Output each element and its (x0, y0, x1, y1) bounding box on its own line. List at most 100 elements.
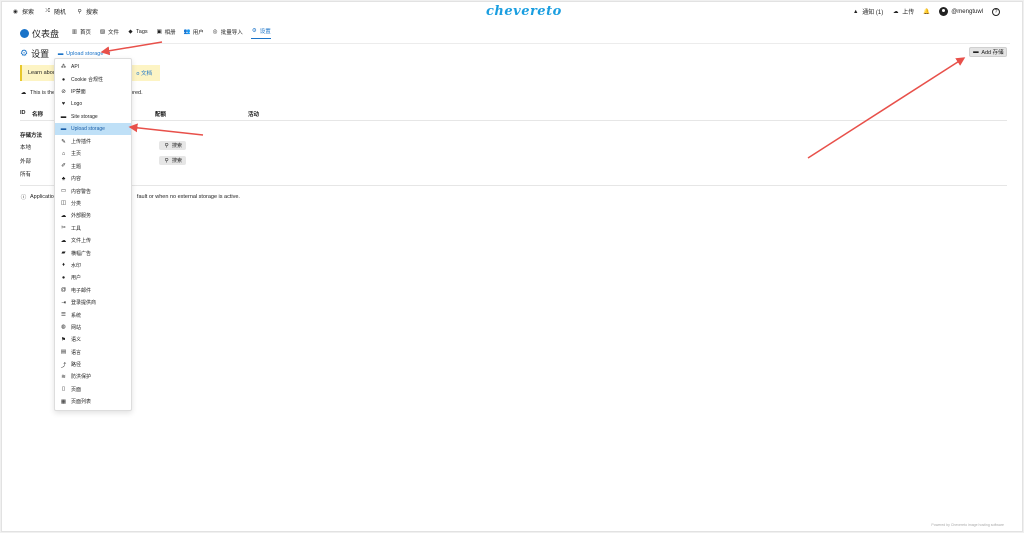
menu-item-label: 主题 (71, 163, 82, 170)
gear-icon: ⚙ (20, 48, 29, 58)
menu-item-flood-protection[interactable]: ≋ 防洪保护 (55, 371, 131, 383)
nav-item-users[interactable]: 👥 用户 (184, 28, 204, 39)
search-local-button[interactable]: ⚲ 搜索 (159, 141, 186, 150)
menu-item-site-storage[interactable]: ▬ Site storage (55, 111, 131, 123)
menu-item-upload-storage[interactable]: ▬ Upload storage (55, 122, 131, 136)
columns-icon: ◫ (60, 200, 67, 207)
menu-item-label: Cookie 合规性 (71, 77, 103, 84)
menu-item-login-providers[interactable]: ⇥ 登录提供商 (55, 296, 131, 308)
menu-item-label: Logo (71, 101, 83, 108)
explore-link[interactable]: ◉ 探索 (12, 7, 34, 17)
docs-link[interactable]: o 文档 (136, 69, 152, 77)
dashboard-icon (20, 28, 29, 38)
album-icon: ▣ (156, 28, 162, 35)
menu-item-label: Site storage (71, 113, 98, 120)
images-icon: ▨ (99, 28, 106, 35)
help-icon[interactable]: ? (992, 7, 1000, 16)
menu-item-website[interactable]: ◍ 网站 (55, 321, 131, 333)
settings-section-dropdown[interactable]: ▬ Upload storage ▾ (57, 51, 112, 57)
settings-dropdown-menu: ⁂ API ● Cookie 合规性 ⊘ IP禁面 ♥ Logo ▬ Site stora… (54, 58, 132, 411)
menu-item-banners[interactable]: ▰ 横幅广告 (55, 247, 131, 259)
upload-label: 上传 (902, 10, 915, 16)
menu-item-routes[interactable]: ⤴ 路径 (55, 358, 131, 370)
ad-icon: ▰ (61, 250, 66, 257)
hdd-icon: ▬ (57, 50, 64, 57)
menu-item-file-upload[interactable]: ☁ 文件上传 (55, 234, 131, 246)
menu-item-content[interactable]: ♣ 内容 (55, 173, 131, 185)
hdd-upload-icon: ▬ (60, 126, 67, 133)
notice-text: Learn abou (28, 70, 56, 76)
nav-label: Tags (136, 28, 148, 35)
search-icon: ⚲ (77, 8, 82, 15)
cloud-upload-icon: ☁ (60, 237, 67, 244)
menu-item-label: IP禁面 (71, 89, 86, 96)
list-icon: ▦ (60, 398, 67, 405)
menu-item-users[interactable]: ● 用户 (55, 272, 131, 284)
top-bar-right: ▲ 通知 (1) ☁ 上传 🔔 @mengtuwl ? (852, 7, 1000, 16)
menu-item-ip-ban[interactable]: ⊘ IP禁面 (55, 86, 131, 98)
nav-divider (20, 43, 1010, 44)
menu-item-api[interactable]: ⁂ API (55, 61, 131, 73)
menu-item-cookie[interactable]: ● Cookie 合规性 (55, 73, 131, 85)
site-logo[interactable]: chevereto (486, 4, 562, 19)
nav-item-home[interactable]: ▥ 首页 (71, 28, 91, 39)
menu-item-label: API (71, 64, 80, 71)
flood-icon: ≋ (61, 373, 66, 380)
menu-item-label: 页面 (71, 386, 82, 393)
shapes-icon: ♣ (61, 175, 66, 182)
search-link[interactable]: ⚲ 搜索 (76, 7, 99, 17)
cloud-upload-icon: ☁ (892, 8, 899, 15)
menu-item-semantics[interactable]: ⚑ 语义 (55, 334, 131, 346)
menu-item-upload-plugin[interactable]: ✎ 上传插件 (55, 135, 131, 147)
cookie-icon: ● (61, 76, 66, 83)
menu-item-label: 横幅广告 (71, 250, 92, 257)
section-divider (20, 185, 1007, 186)
menu-item-homepage[interactable]: ⌂ 主页 (55, 148, 131, 160)
menu-item-label: 水印 (71, 262, 82, 269)
api-icon: ⁂ (60, 64, 67, 71)
menu-item-label: 电子邮件 (71, 287, 92, 294)
user-menu[interactable]: @mengtuwl (939, 7, 983, 16)
menu-item-pages[interactable]: ▯ 页面 (55, 383, 131, 395)
menu-item-system[interactable]: ☰ 系统 (55, 309, 131, 321)
menu-item-tools[interactable]: ✂ 工具 (55, 222, 131, 234)
add-storage-button[interactable]: ▬ Add 存储 (969, 47, 1007, 57)
heart-icon: ♥ (61, 101, 66, 108)
notifications-button[interactable]: ▲ 通知 (1) (852, 7, 884, 17)
nav-item-tags[interactable]: ◆ Tags (127, 28, 148, 38)
dashboard-title: 仪表盘 (20, 27, 59, 40)
bell-button[interactable]: 🔔 (923, 9, 930, 15)
menu-item-label: 内容警告 (71, 188, 92, 195)
dashboard-title-text: 仪表盘 (32, 28, 60, 39)
menu-item-language[interactable]: ▤ 语言 (55, 346, 131, 358)
menu-item-label: Upload storage (71, 126, 105, 133)
nav-item-files[interactable]: ▨ 文件 (99, 28, 119, 39)
avatar (939, 7, 949, 16)
menu-item-email[interactable]: @ 电子邮件 (55, 284, 131, 296)
menu-item-logo[interactable]: ♥ Logo (55, 98, 131, 110)
nav-label: 用户 (192, 29, 204, 36)
nav-item-settings[interactable]: ⚙ 设置 (250, 27, 271, 39)
random-link[interactable]: ⤮ 随机 (44, 7, 66, 16)
nav-item-albums[interactable]: ▣ 相册 (156, 28, 176, 39)
menu-item-categories[interactable]: ◫ 分类 (55, 197, 131, 209)
user-icon: ● (61, 274, 66, 281)
gear-icon: ⚙ (251, 28, 257, 34)
dashboard-nav: 仪表盘 ▥ 首页 ▨ 文件 ◆ Tags ▣ 相册 👥 用户 ◎ 批量导入 ⚙ … (20, 26, 271, 40)
menu-item-page-list[interactable]: ▦ 页面列表 (55, 396, 131, 408)
menu-item-watermark[interactable]: ♦ 水印 (55, 259, 131, 271)
menu-item-content-warning[interactable]: ▭ 内容警告 (55, 185, 131, 197)
nav-item-bulk-import[interactable]: ◎ 批量导入 (212, 28, 243, 39)
menu-item-theme[interactable]: ✐ 主题 (55, 160, 131, 172)
menu-item-label: 外部服务 (71, 213, 92, 220)
search-external-button[interactable]: ⚲ 搜索 (159, 156, 186, 165)
cloud-icon: ☁ (20, 90, 27, 96)
notifications-label: 通知 (1) (862, 10, 884, 16)
search-icon: ⚲ (164, 157, 169, 164)
menu-item-external-services[interactable]: ☁ 外部服务 (55, 210, 131, 222)
upload-button[interactable]: ☁ 上传 (892, 7, 915, 17)
at-icon: @ (60, 287, 67, 294)
flag-icon: ⚑ (61, 336, 66, 343)
cloud-icon: ☁ (60, 212, 67, 219)
page-title: 设置 (31, 49, 50, 59)
